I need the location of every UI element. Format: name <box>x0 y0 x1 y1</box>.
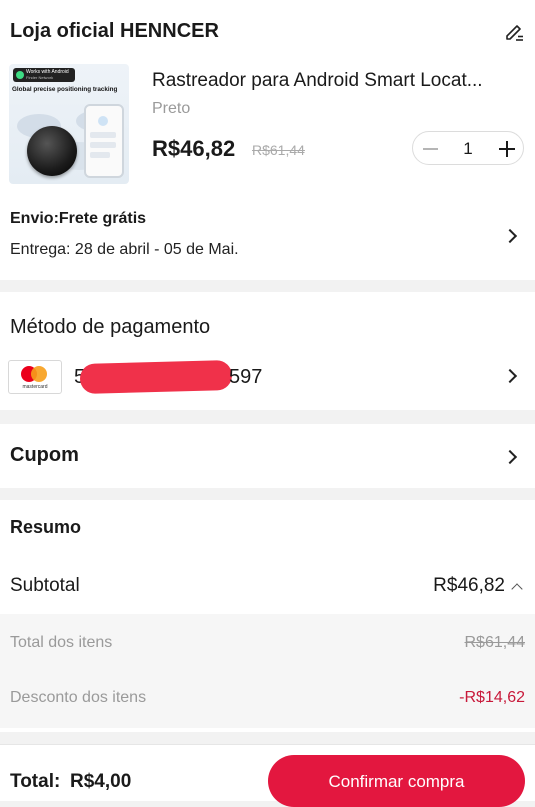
summary-details: Total dos itens R$61,44 Desconto dos ite… <box>0 614 535 728</box>
product-original-price: R$61,44 <box>252 142 305 158</box>
subtotal-label: Subtotal <box>10 575 80 596</box>
subtotal-value: R$46,82 <box>433 575 523 597</box>
items-discount-value: -R$14,62 <box>459 689 525 706</box>
increase-quantity-button[interactable] <box>499 141 515 157</box>
product-card: Loja oficial HENNCER Works with Android … <box>0 0 535 280</box>
payment-chevron-icon <box>502 368 518 384</box>
delivery-estimate: Entrega: 28 de abril - 05 de Mai. <box>10 241 239 258</box>
product-title[interactable]: Rastreador para Android Smart Locat... <box>152 70 522 92</box>
items-total-label: Total dos itens <box>10 634 113 651</box>
image-headline: Global precise positioning tracking <box>12 86 118 93</box>
store-name: Loja oficial HENNCER <box>10 20 219 42</box>
confirm-purchase-button[interactable]: Confirmar compra <box>268 755 525 807</box>
works-with-android-badge: Works with Android Finder Network <box>13 68 75 82</box>
payment-method-card: Método de pagamento mastercard 520 597 <box>0 292 535 410</box>
decrease-quantity-button[interactable] <box>423 148 438 150</box>
total-label: Total: <box>10 771 61 792</box>
card-number-redaction <box>79 360 233 394</box>
edit-icon[interactable] <box>503 20 525 42</box>
confirm-purchase-label: Confirmar compra <box>328 772 465 791</box>
phone-graphic <box>84 104 124 178</box>
summary-card: Resumo Subtotal R$46,82 Total dos itens … <box>0 500 535 732</box>
product-variant: Preto <box>152 100 191 117</box>
shipping-title: Envio:Frete grátis <box>10 210 147 227</box>
product-price: R$46,82 <box>152 136 236 161</box>
product-image[interactable]: Works with Android Finder Network Global… <box>9 64 129 184</box>
summary-title: Resumo <box>10 517 82 537</box>
tracker-device-graphic <box>27 126 77 176</box>
android-icon <box>16 71 24 79</box>
items-discount-label: Desconto dos itens <box>10 689 147 706</box>
quantity-stepper: 1 <box>412 131 524 165</box>
shipping-chevron-icon <box>502 228 518 244</box>
coupon-row[interactable]: Cupom <box>0 424 535 488</box>
payment-card-row[interactable]: mastercard 520 597 <box>0 354 535 398</box>
collapse-chevron-icon <box>511 583 523 595</box>
mastercard-logo: mastercard <box>8 360 62 394</box>
quantity-value[interactable]: 1 <box>459 139 477 159</box>
checkout-footer: Total: R$4,00 Confirmar compra <box>0 744 535 807</box>
total-value: R$4,00 <box>70 771 132 792</box>
subtotal-row[interactable]: Subtotal R$46,82 <box>0 570 535 602</box>
items-total-value: R$61,44 <box>464 634 526 651</box>
shipping-row[interactable]: Envio:Frete grátis Entrega: 28 de abril … <box>0 200 535 270</box>
coupon-chevron-icon <box>502 449 518 465</box>
coupon-label: Cupom <box>10 444 79 466</box>
card-number-suffix: 597 <box>229 366 263 388</box>
payment-title: Método de pagamento <box>10 316 211 338</box>
